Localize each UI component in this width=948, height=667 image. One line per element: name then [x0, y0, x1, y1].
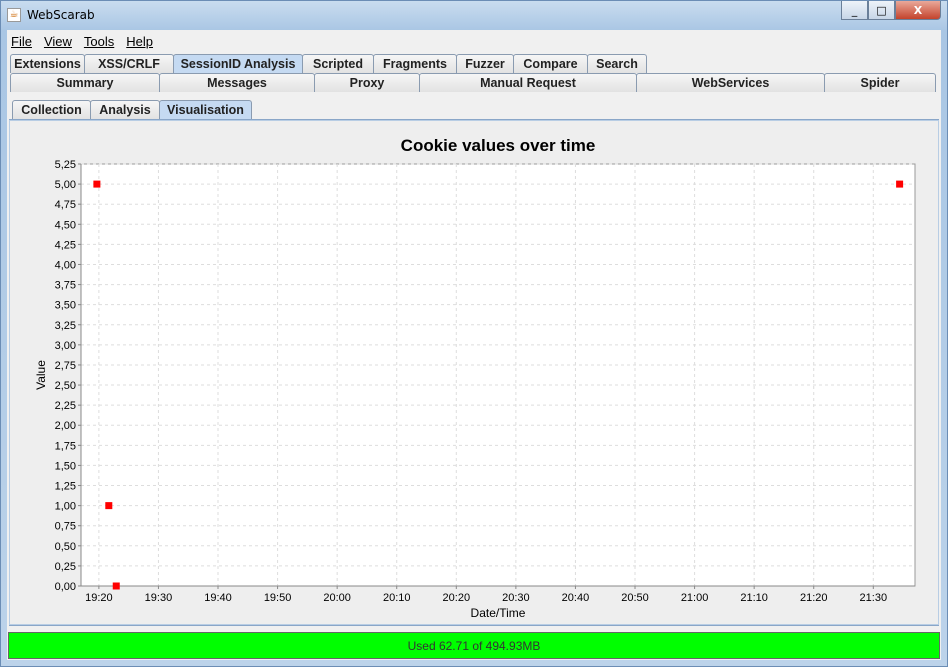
memory-status-bar: Used 62.71 of 494.93MB — [8, 632, 940, 659]
x-tick-label: 19:50 — [264, 592, 292, 604]
tab-webservices[interactable]: WebServices — [636, 73, 825, 92]
scatter-chart: Cookie values over time 0,00 0,25 0,50 0,75 1… — [34, 136, 916, 620]
window-title: WebScarab — [27, 8, 95, 22]
tab-xss-crlf[interactable]: XSS/CRLF — [84, 54, 174, 73]
tab-extensions[interactable]: Extensions — [10, 54, 85, 73]
data-point — [112, 582, 120, 590]
tab-sessionid-analysis[interactable]: SessionID Analysis — [173, 54, 303, 73]
y-tick-label: 0,50 — [55, 541, 76, 553]
y-tick-label: 2,25 — [55, 400, 76, 412]
x-axis-label: Date/Time — [471, 606, 526, 620]
x-tick-label: 20:50 — [621, 592, 649, 604]
tab-fuzzer[interactable]: Fuzzer — [456, 54, 514, 73]
client-area: File View Tools Help Extensions XSS/CRLF S… — [7, 30, 941, 660]
y-tick-label: 1,00 — [55, 501, 76, 513]
x-tick-label: 21:10 — [740, 592, 768, 604]
x-tick-label: 21:00 — [681, 592, 709, 604]
y-tick-label: 3,50 — [55, 300, 76, 312]
maximize-button[interactable]: □ — [868, 1, 895, 20]
y-tick-label: 1,75 — [55, 440, 76, 452]
x-tick-label: 20:20 — [443, 592, 471, 604]
tab-search[interactable]: Search — [587, 54, 647, 73]
y-tick-label: 0,25 — [55, 561, 76, 573]
app-window: ☕ WebScarab _ □ X File View Tools Help E… — [0, 0, 948, 667]
tab-row-2: Summary Messages Proxy Manual Request WebSer… — [10, 73, 936, 92]
data-point — [896, 180, 904, 188]
y-tick-label: 5,25 — [55, 159, 76, 171]
title-bar: ☕ WebScarab _ □ X — [1, 1, 947, 29]
tab-messages[interactable]: Messages — [159, 73, 315, 92]
y-tick-label: 0,00 — [55, 581, 76, 593]
chart-panel: Cookie values over time 0,00 0,25 0,50 0,75 1… — [9, 120, 939, 625]
close-button[interactable]: X — [895, 1, 941, 20]
menu-file[interactable]: File — [11, 34, 32, 49]
x-tick-label: 20:10 — [383, 592, 411, 604]
data-point — [105, 502, 113, 510]
x-tick-label: 19:20 — [85, 592, 113, 604]
menu-tools[interactable]: Tools — [84, 34, 114, 49]
y-tick-label: 3,00 — [55, 340, 76, 352]
tab-visualisation[interactable]: Visualisation — [159, 100, 252, 119]
minimize-button[interactable]: _ — [841, 1, 868, 20]
data-point — [93, 180, 101, 188]
x-tick-label: 19:40 — [204, 592, 232, 604]
x-tick-label: 19:30 — [145, 592, 173, 604]
y-tick-label: 4,50 — [55, 219, 76, 231]
y-tick-label: 2,75 — [55, 360, 76, 372]
y-tick-label: 2,00 — [55, 420, 76, 432]
y-tick-label: 3,75 — [55, 280, 76, 292]
x-tick-label: 20:40 — [562, 592, 590, 604]
x-tick-label: 21:30 — [860, 592, 888, 604]
y-tick-label: 4,00 — [55, 259, 76, 271]
tab-manual-request[interactable]: Manual Request — [419, 73, 637, 92]
plot-area — [80, 163, 916, 587]
y-tick-label: 4,75 — [55, 199, 76, 211]
y-tick-label: 5,00 — [55, 179, 76, 191]
y-tick-label: 4,25 — [55, 239, 76, 251]
tab-scripted[interactable]: Scripted — [302, 54, 374, 73]
tab-compare[interactable]: Compare — [513, 54, 588, 73]
y-axis-label: Value — [34, 360, 48, 390]
y-tick-label: 0,75 — [55, 521, 76, 533]
tab-spider[interactable]: Spider — [824, 73, 936, 92]
chart-title: Cookie values over time — [401, 136, 596, 155]
tab-row-3: Collection Analysis Visualisation — [12, 100, 252, 119]
tab-fragments[interactable]: Fragments — [373, 54, 457, 73]
tab-analysis[interactable]: Analysis — [90, 100, 160, 119]
x-tick-label: 20:00 — [323, 592, 351, 604]
tab-collection[interactable]: Collection — [12, 100, 91, 119]
tab-summary[interactable]: Summary — [10, 73, 160, 92]
y-tick-label: 1,25 — [55, 481, 76, 493]
y-tick-label: 3,25 — [55, 320, 76, 332]
menu-view[interactable]: View — [44, 34, 72, 49]
y-tick-label: 1,50 — [55, 460, 76, 472]
x-tick-label: 20:30 — [502, 592, 530, 604]
tab-proxy[interactable]: Proxy — [314, 73, 420, 92]
tab-row-1: Extensions XSS/CRLF SessionID Analysis Scri… — [10, 54, 647, 73]
x-tick-label: 21:20 — [800, 592, 828, 604]
java-icon: ☕ — [7, 8, 21, 22]
y-tick-label: 2,50 — [55, 380, 76, 392]
menu-bar: File View Tools Help — [7, 30, 941, 52]
menu-help[interactable]: Help — [126, 34, 153, 49]
